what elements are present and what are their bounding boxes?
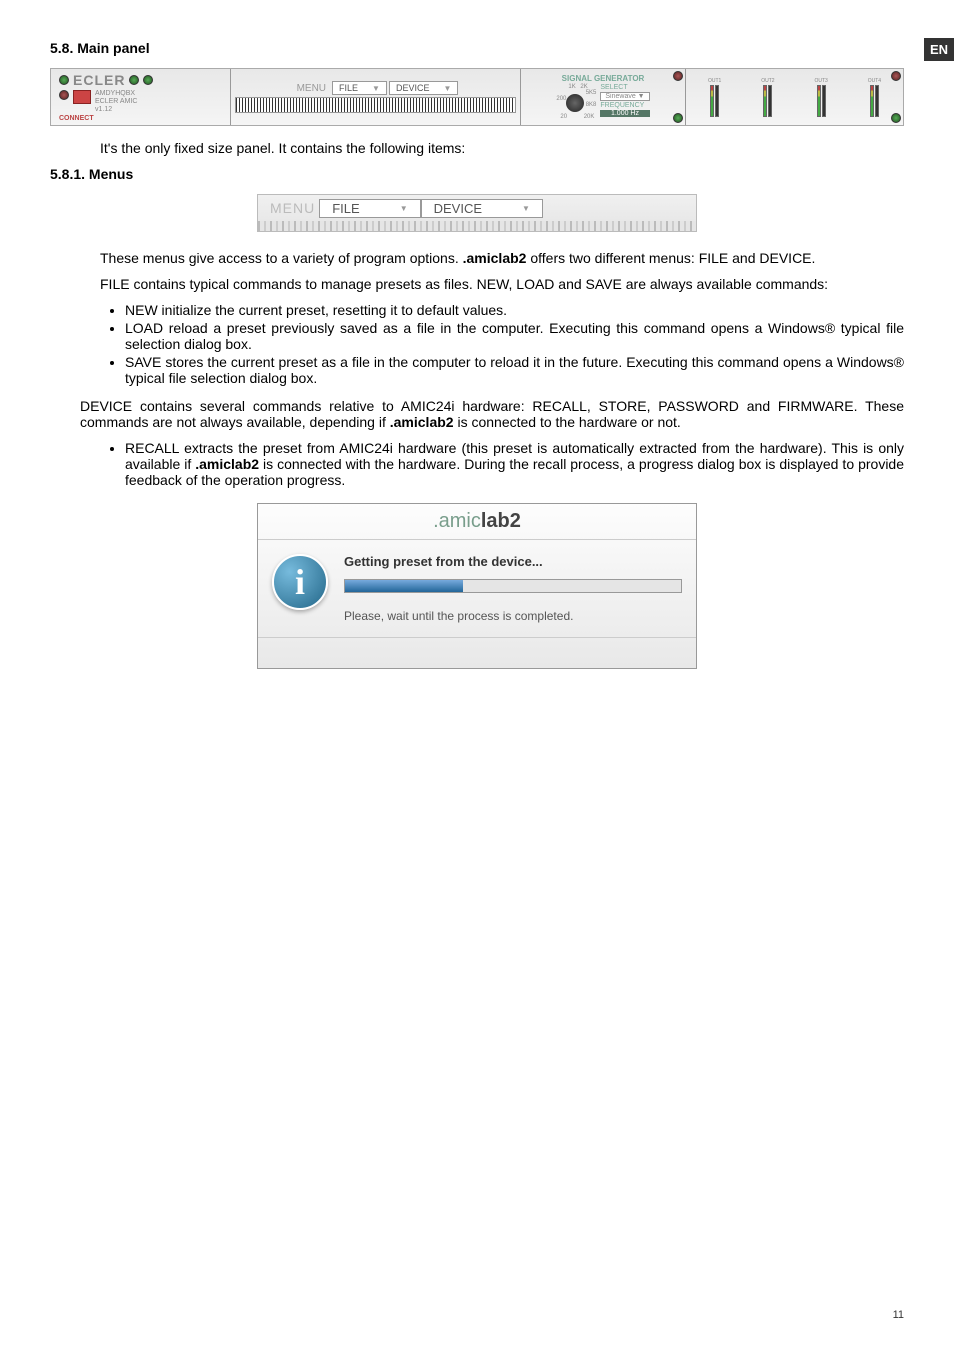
waveform-select[interactable]: Sinewave ▼ — [600, 92, 649, 101]
panel-meters: OUT1 OUT2 OUT3 OUT4 — [686, 69, 903, 125]
en-badge: EN — [924, 38, 954, 61]
device-list: RECALL extracts the preset from AMIC24i … — [125, 440, 904, 488]
dial-knob-icon — [566, 94, 584, 112]
device-info: AMDYHQBX ECLER AMIC v1.12 — [95, 90, 137, 113]
list-item: LOAD reload a preset previously saved as… — [125, 320, 904, 352]
menu-label: MENU — [293, 83, 330, 94]
connect-led-icon — [59, 90, 69, 100]
meter-out4: OUT4 — [868, 78, 881, 117]
meter-led-icon-2 — [891, 113, 901, 123]
list-item: SAVE stores the current preset as a file… — [125, 354, 904, 386]
ruler-icon — [235, 97, 516, 113]
chevron-down-icon: ▼ — [400, 204, 408, 213]
device-icon — [73, 90, 91, 104]
device-menu-2[interactable]: DEVICE▼ — [421, 199, 543, 218]
meter-led-icon — [891, 71, 901, 81]
device-menu[interactable]: DEVICE▼ — [389, 81, 458, 95]
main-panel-screenshot: ECLER AMDYHQBX ECLER AMIC v1.12 CONNECT … — [50, 68, 904, 126]
list-item: RECALL extracts the preset from AMIC24i … — [125, 440, 904, 488]
status-led-icon — [129, 75, 139, 85]
freq-value: 1.000 Hz — [600, 110, 649, 117]
page-number: 11 — [893, 1309, 904, 1321]
meter-out3: OUT3 — [814, 78, 827, 117]
device-paragraph: DEVICE contains several commands relativ… — [50, 398, 904, 430]
file-paragraph: FILE contains typical commands to manage… — [50, 276, 904, 292]
logo-text: ECLER — [73, 72, 125, 88]
connect-label: CONNECT — [59, 115, 94, 122]
panel-logo-section: ECLER AMDYHQBX ECLER AMIC v1.12 CONNECT — [51, 69, 231, 125]
dialog-title: .amiclab2 — [258, 504, 696, 540]
heading-5811: 5.8.1. Menus — [50, 166, 904, 182]
dialog-footer — [258, 638, 696, 668]
siggen-title: SIGNAL GENERATOR — [562, 74, 645, 83]
siggen-led-icon-2 — [673, 113, 683, 123]
select-label: SELECT — [600, 84, 649, 91]
file-list: NEW initialize the current preset, reset… — [125, 302, 904, 386]
dialog-message: Getting preset from the device... — [344, 554, 682, 569]
panel-menu-section: MENU FILE▼ DEVICE▼ — [231, 69, 521, 125]
progress-bar — [344, 579, 682, 593]
power-led-icon — [59, 75, 69, 85]
meter-out2: OUT2 — [761, 78, 774, 117]
progress-fill — [345, 580, 463, 592]
progress-dialog: .amiclab2 i Getting preset from the devi… — [257, 503, 697, 669]
intro-paragraph: It's the only fixed size panel. It conta… — [50, 140, 904, 156]
info-icon: i — [272, 554, 328, 610]
chevron-down-icon: ▼ — [443, 84, 451, 93]
frequency-dial[interactable]: 1K 2K 5K5 8K8 200 20 20K — [556, 84, 596, 120]
freq-label: FREQUENCY — [600, 102, 649, 109]
file-menu-2[interactable]: FILE▼ — [319, 199, 420, 218]
list-item: NEW initialize the current preset, reset… — [125, 302, 904, 318]
chevron-down-icon: ▼ — [372, 84, 380, 93]
menu-label-2: MENU — [266, 200, 319, 216]
status-led-icon-2 — [143, 75, 153, 85]
chevron-down-icon: ▼ — [522, 204, 530, 213]
heading-581: 5.8. Main panel — [50, 40, 904, 56]
ruler-icon-2 — [258, 221, 696, 231]
dialog-subtext: Please, wait until the process is comple… — [344, 609, 682, 623]
menus-paragraph: These menus give access to a variety of … — [50, 250, 904, 266]
panel-signal-generator: SIGNAL GENERATOR 1K 2K 5K5 8K8 200 20 20… — [521, 69, 686, 125]
file-menu[interactable]: FILE▼ — [332, 81, 387, 95]
meter-out1: OUT1 — [708, 78, 721, 117]
siggen-led-icon — [673, 71, 683, 81]
menus-screenshot: MENU FILE▼ DEVICE▼ — [257, 194, 697, 232]
